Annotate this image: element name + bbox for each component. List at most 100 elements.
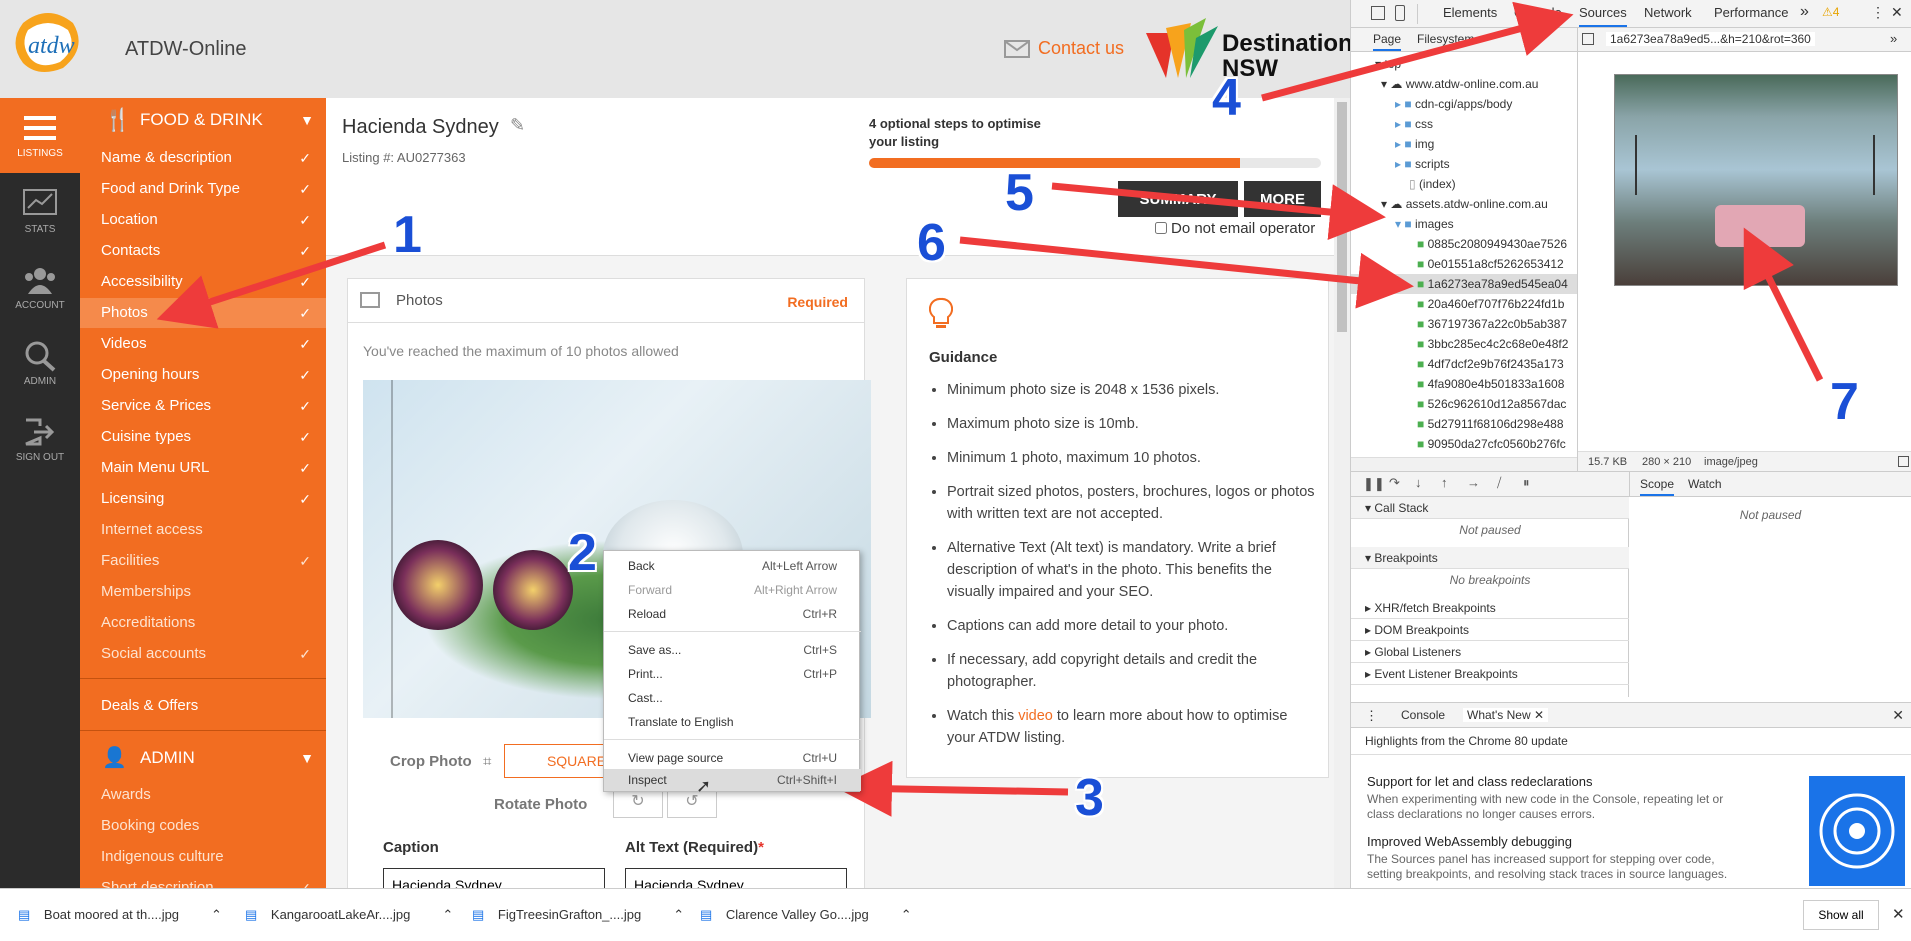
tab-scope[interactable]: Scope bbox=[1640, 477, 1675, 496]
download-item[interactable]: ▤ KangarooatLakeAr....jpg ⌃ bbox=[245, 907, 453, 923]
sidebar-item-videos[interactable]: Videos ✓ bbox=[101, 329, 311, 359]
pause-icon[interactable]: ❚❚ bbox=[1363, 476, 1385, 492]
sidebar-item-menu-url[interactable]: Main Menu URL ✓ bbox=[101, 453, 311, 483]
device-toolbar-icon[interactable] bbox=[1395, 5, 1405, 21]
news-item[interactable]: Improved WebAssembly debugging The Sourc… bbox=[1367, 834, 1747, 886]
alt-text-field[interactable] bbox=[625, 868, 847, 888]
chevron-up-icon[interactable]: ⌃ bbox=[442, 907, 453, 922]
tree-row[interactable]: ■ 3bbc285ec4c2c68e0e48f2 bbox=[1417, 334, 1568, 354]
sidebar-item-service-prices[interactable]: Service & Prices ✓ bbox=[101, 391, 311, 421]
tab-performance[interactable]: Performance bbox=[1714, 5, 1788, 20]
sidebar-item-awards[interactable]: Awards bbox=[101, 780, 311, 810]
tree-row[interactable]: ■ 0885c2080949430ae7526 bbox=[1417, 234, 1567, 254]
tree-row[interactable]: ▸ ■ cdn-cgi/apps/body bbox=[1395, 94, 1512, 114]
tab-watch[interactable]: Watch bbox=[1688, 477, 1722, 491]
section-global[interactable]: ▸ Global Listeners bbox=[1351, 641, 1629, 663]
contact-us-link[interactable]: Contact us bbox=[1038, 38, 1124, 59]
mail-icon[interactable] bbox=[1004, 40, 1030, 58]
sidebar-item-name[interactable]: Name & description ✓ bbox=[101, 143, 311, 173]
section-breakpoints[interactable]: ▾ Breakpoints bbox=[1351, 547, 1629, 569]
show-all-button[interactable]: Show all bbox=[1803, 900, 1879, 930]
ctx-translate[interactable]: Translate to English bbox=[604, 711, 861, 733]
more-tabs-icon[interactable]: » bbox=[1800, 3, 1809, 21]
sidebar-item-accessibility[interactable]: Accessibility ✓ bbox=[101, 267, 311, 297]
toggle-navigator-icon[interactable] bbox=[1582, 33, 1594, 45]
ctx-save-as[interactable]: Save as... Ctrl+S bbox=[604, 639, 861, 661]
scroll-thumb[interactable] bbox=[1337, 102, 1347, 332]
ctx-view-source[interactable]: View page source Ctrl+U bbox=[604, 747, 861, 769]
chevron-up-icon[interactable]: ⌃ bbox=[211, 907, 222, 922]
summary-button[interactable]: SUMMARY bbox=[1118, 181, 1238, 217]
download-item[interactable]: ▤ FigTreesinGrafton_....jpg ⌃ bbox=[472, 907, 684, 923]
ctx-inspect[interactable]: Inspect Ctrl+Shift+I bbox=[604, 769, 861, 791]
atdw-logo[interactable]: atdw bbox=[8, 8, 88, 78]
chevron-up-icon[interactable]: ⌃ bbox=[901, 907, 912, 922]
video-link[interactable]: video bbox=[1018, 708, 1053, 724]
drawer-tab-console[interactable]: Console bbox=[1401, 708, 1445, 722]
tree-row[interactable]: ■ 20a460ef707f76b224fd1b bbox=[1417, 294, 1564, 314]
tree-row[interactable]: ▾ ■ images bbox=[1395, 214, 1454, 234]
tree-row[interactable]: ■ 90950da27cfc0560b276fc bbox=[1417, 434, 1566, 454]
ctx-print[interactable]: Print... Ctrl+P bbox=[604, 663, 861, 685]
sidebar-item-accreditations[interactable]: Accreditations bbox=[101, 608, 311, 638]
sidebar-item-food-type[interactable]: Food and Drink Type ✓ bbox=[101, 174, 311, 204]
more-button[interactable]: MORE bbox=[1244, 181, 1321, 217]
main-scrollbar[interactable] bbox=[1334, 98, 1350, 888]
sidebar-item-memberships[interactable]: Memberships bbox=[101, 577, 311, 607]
sidebar-item-internet[interactable]: Internet access bbox=[101, 515, 311, 545]
tree-row[interactable]: ■ 0e01551a8cf5262653412 bbox=[1417, 254, 1564, 274]
section-food-drink[interactable]: 🍴 FOOD & DRINK ▼ bbox=[80, 98, 326, 142]
close-icon[interactable]: ✕ bbox=[1892, 905, 1905, 923]
sidebar-item-licensing[interactable]: Licensing ✓ bbox=[101, 484, 311, 514]
tree-row[interactable]: ■ 526c962610d12a8567dac bbox=[1417, 394, 1566, 414]
tree-row[interactable]: ■ 5d27911f68106d298e488 bbox=[1417, 414, 1564, 434]
sidebar-item-indigenous[interactable]: Indigenous culture bbox=[101, 842, 311, 872]
edit-pencil-icon[interactable]: ✎ bbox=[510, 115, 525, 136]
email-operator-checkbox[interactable] bbox=[1155, 222, 1167, 234]
sidebar-item-location[interactable]: Location ✓ bbox=[101, 205, 311, 235]
chevron-right-icon[interactable]: » bbox=[1890, 31, 1897, 46]
download-item[interactable]: ▤ Boat moored at th....jpg ⌃ bbox=[18, 907, 222, 923]
tab-filesystem[interactable]: Filesystem bbox=[1417, 32, 1474, 46]
section-xhr[interactable]: ▸ XHR/fetch Breakpoints bbox=[1351, 597, 1629, 619]
rail-listings[interactable]: LISTINGS bbox=[0, 98, 80, 173]
sidebar-item-facilities[interactable]: Facilities ✓ bbox=[101, 546, 311, 576]
rail-sign-out[interactable]: SIGN OUT bbox=[0, 402, 80, 477]
sidebar-item-short-desc[interactable]: Short description ✓ bbox=[101, 873, 311, 888]
sidebar-item-deals[interactable]: Deals & Offers bbox=[101, 691, 311, 721]
close-icon[interactable]: ✕ bbox=[1891, 4, 1903, 21]
tab-network[interactable]: Network bbox=[1644, 5, 1692, 20]
inspect-element-icon[interactable] bbox=[1371, 6, 1385, 20]
section-admin[interactable]: 👤 ADMIN ▼ bbox=[80, 736, 326, 780]
rail-admin[interactable]: ADMIN bbox=[0, 326, 80, 401]
settings-menu-icon[interactable]: ⋮ bbox=[1871, 4, 1885, 21]
tree-row[interactable]: ▸ ■ img bbox=[1395, 134, 1434, 154]
section-dom[interactable]: ▸ DOM Breakpoints bbox=[1351, 619, 1629, 641]
tree-row[interactable]: ■ 367197367a22c0b5ab387 bbox=[1417, 314, 1567, 334]
section-call-stack[interactable]: ▾ Call Stack bbox=[1351, 497, 1629, 519]
ctx-back[interactable]: Back Alt+Left Arrow bbox=[604, 555, 861, 577]
ctx-reload[interactable]: Reload Ctrl+R bbox=[604, 603, 861, 625]
tree-row[interactable]: ▯ (index) bbox=[1409, 174, 1456, 194]
ctx-cast[interactable]: Cast... bbox=[604, 687, 861, 709]
tree-row[interactable]: ▸ ■ scripts bbox=[1395, 154, 1450, 174]
tree-row[interactable]: ▾ ☁ assets.atdw-online.com.au bbox=[1381, 194, 1548, 214]
tree-row[interactable]: ▾ ☁ www.atdw-online.com.au bbox=[1381, 74, 1538, 94]
pause-on-exceptions-icon[interactable]: ⏸ bbox=[1523, 475, 1530, 491]
sidebar-item-social[interactable]: Social accounts ✓ bbox=[101, 639, 311, 669]
step-out-icon[interactable]: ↑ bbox=[1441, 475, 1448, 490]
tab-sources[interactable]: Sources bbox=[1579, 5, 1627, 27]
tree-row[interactable]: ▾ top bbox=[1375, 54, 1401, 74]
download-item[interactable]: ▤ Clarence Valley Go....jpg ⌃ bbox=[700, 907, 912, 923]
sidebar-item-booking-codes[interactable]: Booking codes bbox=[101, 811, 311, 841]
deactivate-breakpoints-icon[interactable]: ⧸ bbox=[1497, 475, 1501, 491]
sidebar-item-cuisine[interactable]: Cuisine types ✓ bbox=[101, 422, 311, 452]
close-icon[interactable]: ✕ bbox=[1534, 708, 1544, 722]
sidebar-item-opening-hours[interactable]: Opening hours ✓ bbox=[101, 360, 311, 390]
ctx-forward[interactable]: Forward Alt+Right Arrow bbox=[604, 579, 861, 601]
tab-elements[interactable]: Elements bbox=[1443, 5, 1497, 20]
drawer-tab-whats-new[interactable]: What's New ✕ bbox=[1463, 708, 1549, 722]
chevron-up-icon[interactable]: ⌃ bbox=[673, 907, 684, 922]
navigator-hscroll[interactable] bbox=[1351, 457, 1577, 471]
drawer-close-icon[interactable]: ✕ bbox=[1892, 707, 1904, 724]
